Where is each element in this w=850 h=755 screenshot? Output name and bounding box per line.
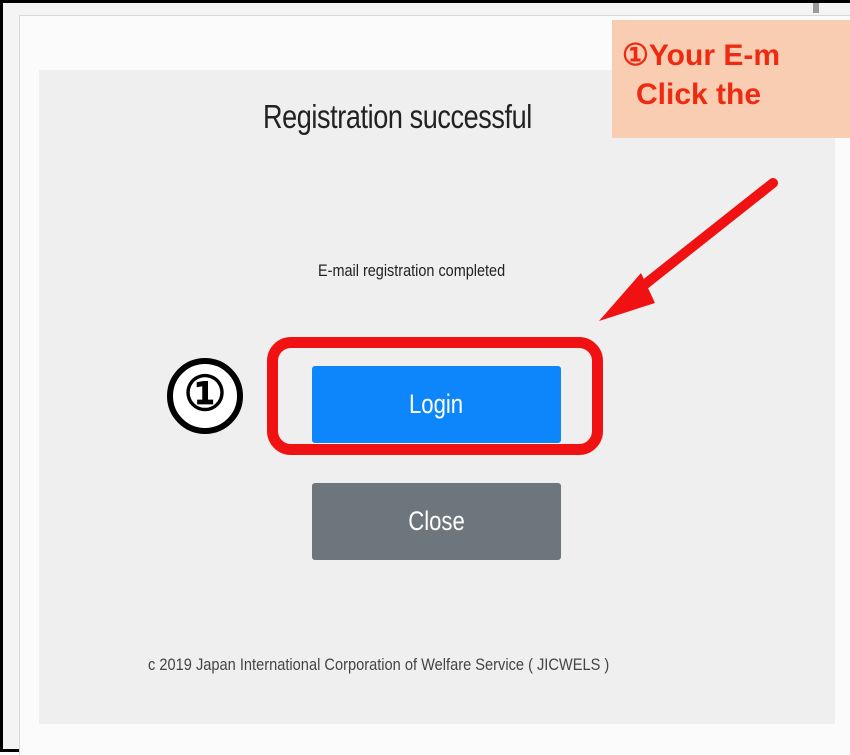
close-button-label: Close — [408, 506, 465, 536]
copyright-footer: c 2019 Japan International Corporation o… — [148, 655, 610, 674]
login-button[interactable]: Login — [312, 366, 561, 443]
close-button[interactable]: Close — [312, 483, 561, 560]
window-edge-mark — [813, 3, 819, 13]
registration-message: E-mail registration completed — [318, 261, 506, 280]
step-one-marker-text: ① — [183, 368, 227, 421]
callout-line-1: ①Your E-m — [622, 39, 781, 72]
login-button-label: Login — [409, 389, 464, 419]
screenshot-frame: Registration successful E-mail registrat… — [0, 0, 850, 755]
step-one-marker: ① — [167, 358, 243, 434]
instruction-callout: ①Your E-m Click the — [612, 20, 850, 138]
dialog-title: Registration successful — [263, 98, 532, 135]
callout-line-2: Click the — [636, 78, 762, 111]
